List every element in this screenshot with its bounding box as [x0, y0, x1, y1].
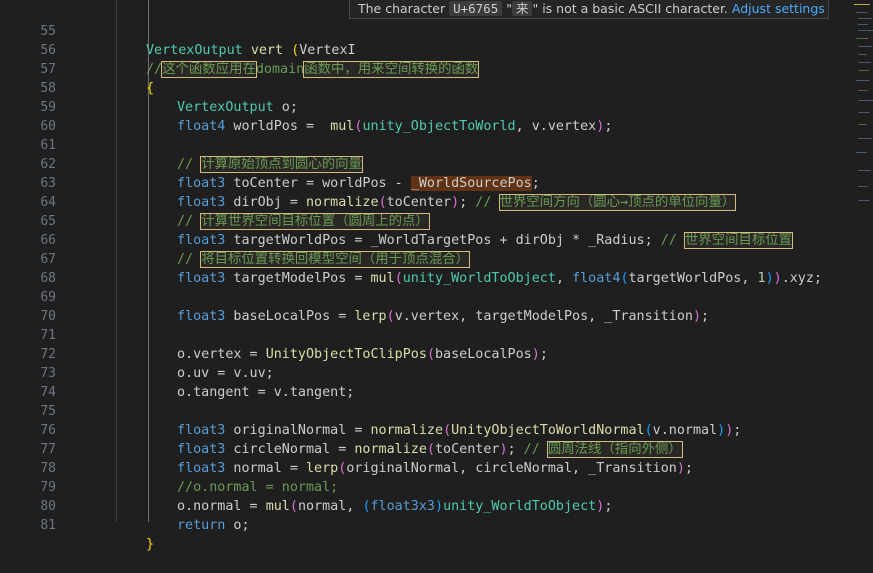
minimap-line	[858, 90, 868, 91]
tooltip-text: "	[502, 1, 512, 16]
code-line-79[interactable]: 79 o.normal = mul(normal, (float3x3)unit…	[0, 459, 873, 514]
minimap-line	[858, 62, 871, 63]
minimap-line	[858, 138, 872, 139]
bracket: }	[146, 537, 155, 552]
code-line-75[interactable]: 75 float3 originalNormal = normalize(Uni…	[0, 383, 873, 438]
code-line-69[interactable]: 69 float3 baseLocalPos = lerp(v.vertex, …	[0, 269, 873, 324]
code-line-80[interactable]: 80 return o;	[0, 478, 873, 533]
code-line-76[interactable]: 76 float3 circleNormal = normalize(toCen…	[0, 402, 873, 458]
code-line-77[interactable]: 77 float3 normal = lerp(originalNormal, …	[0, 421, 873, 476]
code-line-73[interactable]: 73 o.tangent = v.tangent;	[0, 345, 873, 400]
code-line-57[interactable]: 57 {	[0, 41, 873, 96]
minimap-line	[858, 54, 867, 55]
keyword-token: return	[177, 518, 226, 533]
code-token: o;	[225, 518, 250, 533]
code-line-59[interactable]: 59 float4 worldPos = mul(unity_ObjectToW…	[0, 79, 873, 134]
code-line-64[interactable]: 64 // 计算世界空间目标位置（圆周上的点）	[0, 174, 873, 230]
code-line-65[interactable]: 65 float3 targetWorldPos = _WorldTargetP…	[0, 193, 873, 249]
minimap-line	[856, 12, 868, 13]
code-line-70[interactable]: 70	[0, 288, 873, 324]
code-line-66[interactable]: 66 // 将目标位置转换回模型空间（用于顶点混合）	[0, 212, 873, 268]
minimap-line	[858, 24, 868, 25]
code-line-78[interactable]: 78 //o.normal = normal;	[0, 440, 873, 495]
tooltip-codepoint: U+6765	[449, 1, 503, 16]
line-number: 81	[40, 518, 56, 533]
code-line-60[interactable]: 60	[0, 98, 873, 134]
code-line-58[interactable]: 58 VertexOutput o;	[0, 60, 873, 115]
line-content[interactable]: }	[146, 535, 154, 554]
code-line-67[interactable]: 67 float3 targetModelPos = mul(unity_Wor…	[0, 231, 873, 286]
code-line-61[interactable]: 61 // 计算原始顶点到圆心的向量	[0, 117, 873, 173]
code-line-72[interactable]: 72 o.uv = v.uv;	[0, 326, 873, 381]
minimap-line	[854, 4, 870, 5]
minimap-line	[858, 124, 867, 125]
code-line-68[interactable]: 68	[0, 250, 873, 286]
minimap-line	[858, 18, 872, 19]
unicode-warning-tooltip: The character U+6765 " 来 " is not a basic …	[349, 0, 829, 19]
line-content[interactable]: return o;	[177, 516, 250, 535]
minimap-line	[858, 200, 870, 201]
tooltip-character: 来	[511, 1, 533, 16]
code-editor[interactable]: 55 VertexOutput vert (VertexI 56 //这个函数应…	[0, 0, 873, 552]
code-line-81[interactable]: 81 }	[0, 497, 873, 552]
adjust-settings-link[interactable]: Adjust settings	[732, 1, 825, 16]
tooltip-text: The character	[358, 1, 450, 16]
code-line-71[interactable]: 71 o.vertex = UnityObjectToClipPos(baseL…	[0, 307, 873, 362]
minimap-line	[858, 70, 869, 71]
code-line-74[interactable]: 74	[0, 364, 873, 400]
minimap-line	[858, 170, 871, 171]
minimap-line	[856, 80, 870, 81]
minimap-line	[858, 100, 873, 101]
minimap-line	[858, 46, 872, 47]
minimap-line	[858, 112, 870, 113]
tooltip-message: is not a basic ASCII character.	[542, 1, 732, 16]
code-line-56[interactable]: 56 //这个函数应用在domain函数中，用来空间转换的函数	[0, 22, 873, 78]
minimap-line	[858, 30, 873, 31]
minimap-line	[858, 186, 868, 187]
minimap[interactable]	[850, 0, 873, 522]
minimap-line	[856, 152, 867, 153]
minimap-line	[856, 38, 868, 39]
code-line-62[interactable]: 62 float3 toCenter = worldPos - _WorldSo…	[0, 136, 873, 191]
code-line-63[interactable]: 63 float3 dirObj = normalize(toCenter); …	[0, 155, 873, 211]
tooltip-text: "	[532, 1, 543, 16]
